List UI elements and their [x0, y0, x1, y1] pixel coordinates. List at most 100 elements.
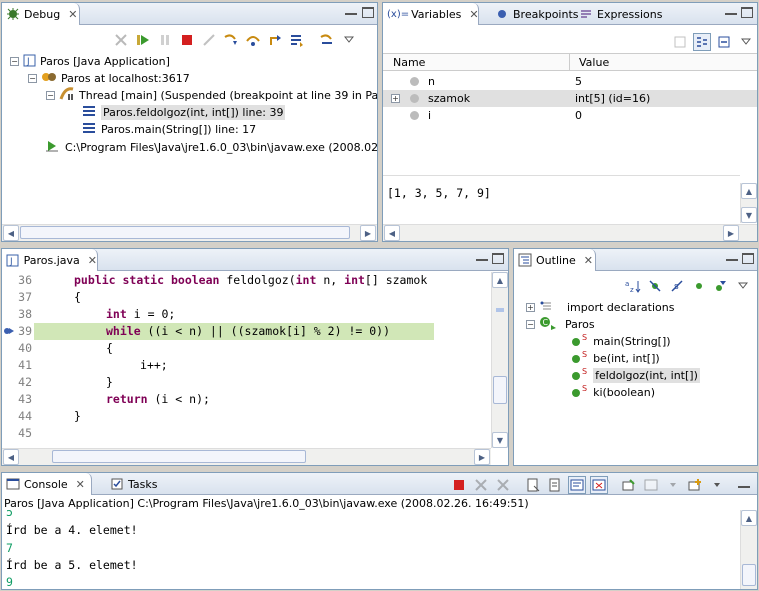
detail-hscrollbar[interactable]: ◀ ▶	[383, 224, 757, 241]
close-icon[interactable]: ✕	[76, 478, 85, 491]
table-row[interactable]: i 0	[383, 107, 757, 124]
suspend-icon[interactable]	[156, 31, 174, 49]
close-icon[interactable]: ✕	[88, 254, 97, 267]
scroll-lock-icon[interactable]	[546, 476, 564, 494]
expand-toggle[interactable]: +	[391, 94, 400, 103]
step-return-icon[interactable]	[266, 31, 284, 49]
sort-icon[interactable]: az	[624, 277, 642, 295]
scroll-thumb[interactable]	[742, 564, 756, 586]
outline-item-method[interactable]: S main(String[])	[572, 333, 671, 350]
scroll-thumb[interactable]	[52, 450, 306, 463]
maximize-button[interactable]	[742, 253, 754, 264]
minimize-button[interactable]	[738, 482, 750, 488]
terminate-icon[interactable]	[178, 31, 196, 49]
clear-console-icon[interactable]	[524, 476, 542, 494]
collapse-toggle[interactable]: −	[10, 57, 19, 66]
overview-ruler[interactable]: ▲ ▼	[491, 272, 508, 448]
maximize-button[interactable]	[741, 7, 753, 18]
column-divider[interactable]	[569, 54, 570, 70]
close-icon[interactable]: ✕	[469, 8, 478, 21]
outline-item-method[interactable]: S be(int, int[])	[572, 350, 660, 367]
close-icon[interactable]: ✕	[584, 254, 593, 267]
drop-to-frame-icon[interactable]	[288, 31, 306, 49]
tab-paros-java[interactable]: J Paros.java ✕	[2, 249, 98, 271]
editor-hscrollbar[interactable]: ◀ ▶	[2, 448, 491, 465]
hide-fields-icon[interactable]	[646, 277, 664, 295]
tab-expressions[interactable]: Expressions	[575, 3, 662, 25]
outline-item-imports[interactable]: + import declarations	[526, 299, 674, 316]
scroll-up-button[interactable]: ▲	[492, 272, 508, 288]
expand-toggle[interactable]: +	[526, 303, 535, 312]
show-on-output-icon[interactable]	[568, 476, 586, 494]
code-area[interactable]: 36 37 38 39 40 41 42 43 44 45 public sta…	[2, 272, 491, 448]
outline-item-class[interactable]: − C Paros	[526, 316, 595, 333]
scroll-up-button[interactable]: ▲	[741, 510, 757, 526]
step-into-icon[interactable]	[222, 31, 240, 49]
scroll-right-button[interactable]: ▶	[360, 225, 376, 241]
display-selected-console-icon[interactable]	[642, 476, 660, 494]
disconnect-icon[interactable]	[200, 31, 218, 49]
detail-vscrollbar[interactable]: ▲ ▼	[740, 183, 757, 223]
scroll-left-button[interactable]: ◀	[384, 225, 400, 241]
step-filters-icon[interactable]	[318, 31, 336, 49]
tab-console[interactable]: Console ✕	[2, 473, 92, 495]
minimize-button[interactable]	[725, 9, 737, 15]
pin-console-icon[interactable]	[620, 476, 638, 494]
tab-debug[interactable]: Debug ✕	[2, 3, 80, 25]
open-console-icon[interactable]	[686, 476, 704, 494]
console-output[interactable]: 5 Írd be a 4. elemet! 7 Írd be a 5. elem…	[2, 510, 740, 589]
scroll-left-button[interactable]: ◀	[3, 449, 19, 465]
tree-row-process[interactable]: C:\Program Files\Java\jre1.6.0_03\bin\ja…	[44, 139, 377, 156]
column-header-name[interactable]: Name	[393, 56, 425, 69]
column-header-value[interactable]: Value	[579, 56, 609, 69]
hide-local-types-icon[interactable]	[712, 277, 730, 295]
remove-launch-icon[interactable]	[472, 476, 490, 494]
tab-breakpoints[interactable]: Breakpoints	[491, 3, 579, 25]
tab-tasks[interactable]: Tasks	[106, 473, 157, 495]
remove-terminated-icon[interactable]	[112, 31, 130, 49]
resume-icon[interactable]	[134, 31, 152, 49]
minimize-button[interactable]	[726, 255, 738, 261]
tree-row-stack-frame[interactable]: Paros.main(String[]) line: 17	[82, 121, 256, 138]
tree-row-thread[interactable]: − Thread [main] (Suspended (breakpoint a…	[46, 87, 377, 104]
collapse-toggle[interactable]: −	[28, 74, 37, 83]
terminate-icon[interactable]	[450, 476, 468, 494]
view-menu-icon[interactable]	[734, 277, 752, 295]
scroll-right-button[interactable]: ▶	[723, 225, 739, 241]
close-icon[interactable]: ✕	[68, 8, 77, 21]
dropdown-icon[interactable]	[708, 476, 726, 494]
detail-pane[interactable]: [1, 3, 5, 7, 9]	[383, 175, 740, 225]
maximize-button[interactable]	[492, 253, 504, 264]
table-row[interactable]: n 5	[383, 73, 757, 90]
scroll-down-button[interactable]: ▼	[492, 432, 508, 448]
scroll-left-button[interactable]: ◀	[3, 225, 19, 241]
collapse-all-icon[interactable]	[715, 33, 733, 51]
maximize-button[interactable]	[362, 7, 374, 18]
scroll-thumb[interactable]	[493, 376, 507, 404]
tree-row-debug-target[interactable]: − Paros at localhost:3617	[28, 70, 190, 87]
step-over-icon[interactable]	[244, 31, 262, 49]
hide-non-public-icon[interactable]	[690, 277, 708, 295]
tree-row-application[interactable]: − J Paros [Java Application]	[10, 53, 170, 70]
occurrence-marker[interactable]	[496, 308, 504, 312]
collapse-toggle[interactable]: −	[526, 320, 535, 329]
minimize-button[interactable]	[476, 255, 488, 261]
scroll-right-button[interactable]: ▶	[474, 449, 490, 465]
table-row-selected[interactable]: + szamok int[5] (id=16)	[383, 90, 757, 107]
scroll-up-button[interactable]: ▲	[741, 183, 757, 199]
show-logical-structure-icon[interactable]	[693, 33, 711, 51]
tab-variables[interactable]: (x)= Variables ✕	[383, 3, 479, 25]
tree-row-stack-frame-selected[interactable]: Paros.feldolgoz(int, int[]) line: 39	[82, 104, 286, 121]
outline-item-method-selected[interactable]: S feldolgoz(int, int[])	[572, 367, 700, 384]
scroll-thumb[interactable]	[20, 226, 350, 239]
remove-all-terminated-icon[interactable]	[494, 476, 512, 494]
show-type-names-icon[interactable]	[671, 33, 689, 51]
hide-static-icon[interactable]: s	[668, 277, 686, 295]
view-menu-icon[interactable]	[737, 33, 755, 51]
outline-item-method[interactable]: S ki(boolean)	[572, 384, 655, 401]
collapse-toggle[interactable]: −	[46, 91, 55, 100]
show-on-error-icon[interactable]	[590, 476, 608, 494]
scroll-down-button[interactable]: ▼	[741, 207, 757, 223]
debug-hscrollbar[interactable]: ◀ ▶	[2, 224, 377, 241]
minimize-button[interactable]	[345, 9, 357, 15]
